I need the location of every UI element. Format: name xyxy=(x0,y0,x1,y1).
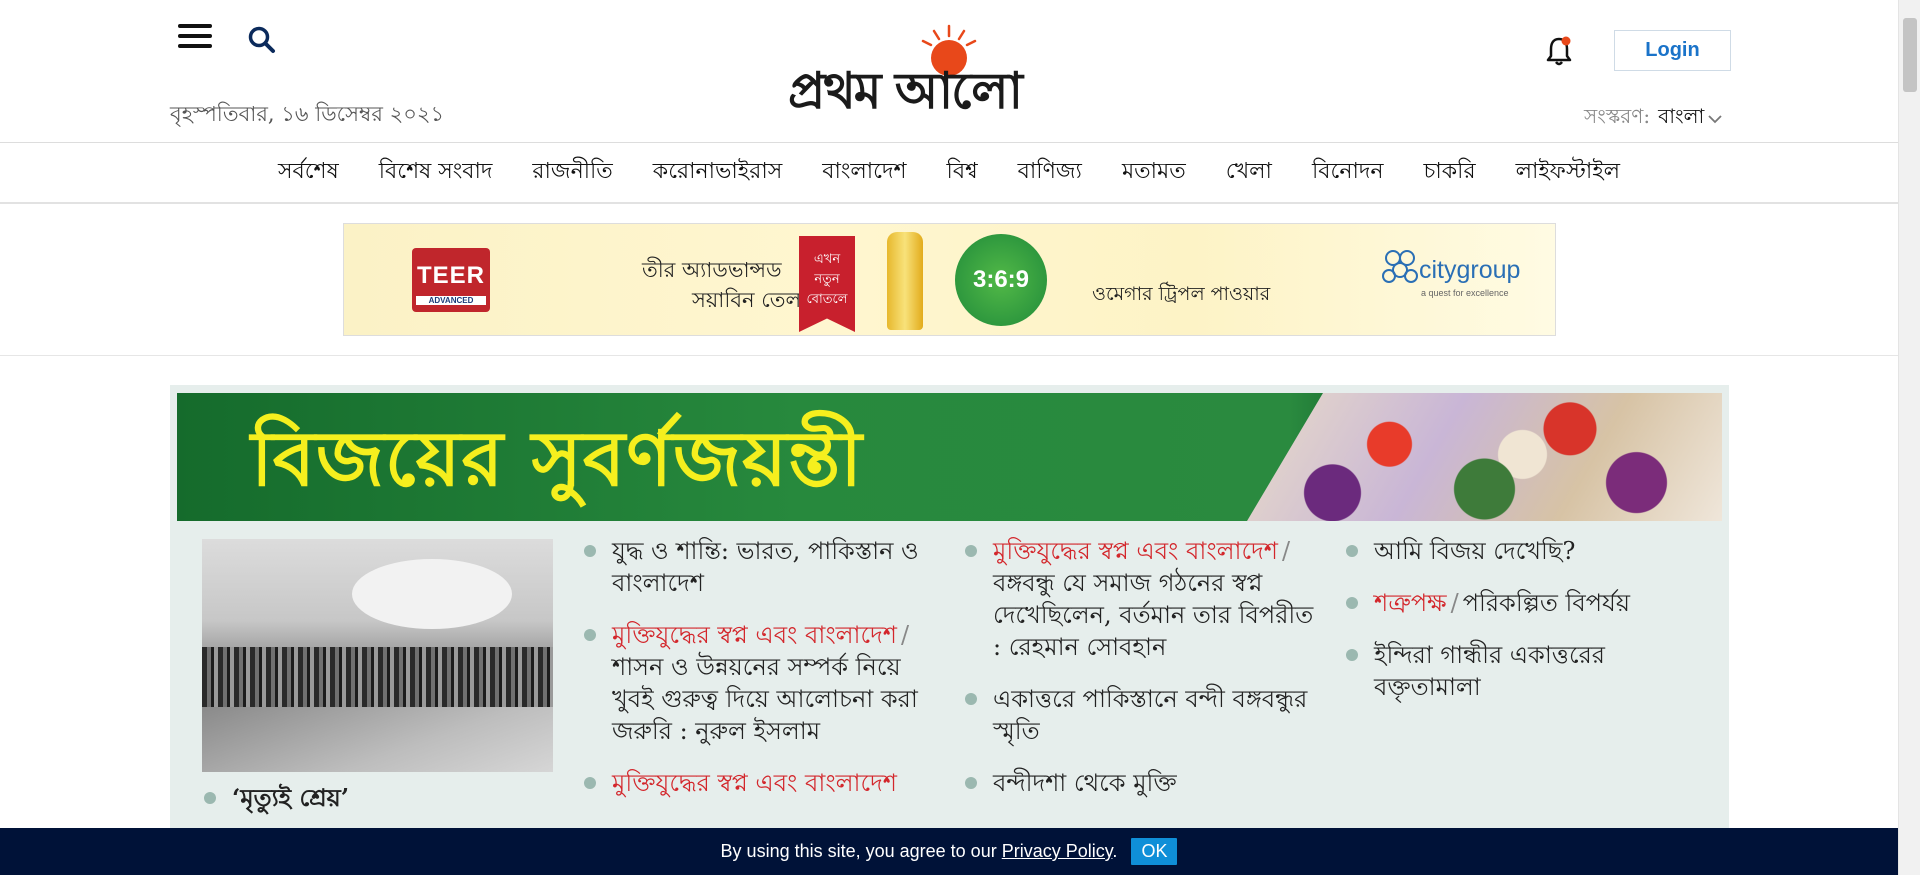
story-tag: মুক্তিযুদ্ধের স্বপ্ন এবং বাংলাদেশ xyxy=(612,621,897,649)
photo-crowd xyxy=(202,647,553,707)
story-column-3: মুক্তিযুদ্ধের স্বপ্ন এবং বাংলাদেশ/ বঙ্গবন… xyxy=(963,535,1318,819)
notification-bell-icon[interactable] xyxy=(1544,34,1574,68)
historic-photo[interactable] xyxy=(202,539,553,772)
story-link[interactable]: বন্দীদশা থেকে মুক্তি xyxy=(963,767,1318,799)
ad-partner-name: citygroup xyxy=(1419,256,1521,284)
cookie-period: . xyxy=(1112,841,1118,861)
photo-cloud xyxy=(352,559,512,629)
story-separator: / xyxy=(1450,589,1459,617)
edition-label: সংস্করণ: xyxy=(1584,104,1651,128)
cookie-consent-bar: By using this site, you agree to our Pri… xyxy=(0,828,1898,875)
nav-item-coronavirus[interactable]: করোনাভাইরাস xyxy=(653,154,782,191)
story-link[interactable]: যুদ্ধ ও শান্তি: ভারত, পাকিস্তান ও বাংলাদ… xyxy=(582,535,942,599)
section-banner[interactable]: বিজয়ের সুবর্ণজয়ন্তী xyxy=(177,393,1722,521)
current-date: বৃহস্পতিবার, ১৬ ডিসেম্বর ২০২১ xyxy=(170,102,445,126)
nav-item-world[interactable]: বিশ্ব xyxy=(947,154,978,191)
story-tag: মুক্তিযুদ্ধের স্বপ্ন এবং বাংলাদেশ xyxy=(612,769,897,797)
nav-item-latest[interactable]: সর্বশেষ xyxy=(278,154,339,191)
nav-item-special[interactable]: বিশেষ সংবাদ xyxy=(379,154,493,191)
ad-brand-name: TEER xyxy=(416,262,485,289)
ad-ribbon-line: বোতলে xyxy=(806,292,848,307)
story-separator: / xyxy=(1281,537,1291,565)
ad-ribbon: এখন নতুন বোতলে xyxy=(799,236,855,332)
story-link[interactable]: আমি বিজয় দেখেছি? xyxy=(1344,535,1704,567)
search-icon[interactable] xyxy=(246,24,278,56)
banner-artwork-image xyxy=(1247,393,1722,521)
story-column-4: আমি বিজয় দেখেছি? শত্রুপক্ষ / পরিকল্পিত বি… xyxy=(1344,535,1704,723)
story-tag: শত্রুপক্ষ xyxy=(1374,589,1447,617)
story-title: একাত্তরে পাকিস্তানে বন্দী বঙ্গবন্ধুর স্ম… xyxy=(993,685,1308,745)
victory-jubilee-section: বিজয়ের সুবর্ণজয়ন্তী ‘মৃত্যুই শ্রেয়’ য… xyxy=(170,385,1729,875)
ad-ribbon-line: এখন xyxy=(813,252,841,267)
oil-bottle-image xyxy=(887,232,923,330)
story-title: বন্দীদশা থেকে মুক্তি xyxy=(993,769,1177,797)
nav-item-politics[interactable]: রাজনীতি xyxy=(532,154,612,191)
advertisement-banner[interactable]: TEER ADVANCED তীর অ্যাডভান্সড সয়াবিন তে… xyxy=(343,223,1556,336)
photo-ground xyxy=(202,707,553,772)
page-scrollbar[interactable] xyxy=(1898,0,1920,875)
story-column-2: যুদ্ধ ও শান্তি: ভারত, পাকিস্তান ও বাংলাদ… xyxy=(582,535,942,819)
chevron-down-icon xyxy=(1708,114,1722,123)
story-title: বঙ্গবন্ধু যে সমাজ গঠনের স্বপ্ন দেখেছিলেন… xyxy=(993,569,1314,661)
nav-item-opinion[interactable]: মতামত xyxy=(1122,154,1186,191)
ad-omega-badge: 3:6:9 xyxy=(955,234,1047,326)
nav-item-business[interactable]: বাণিজ্য xyxy=(1018,154,1082,191)
ad-tagline: ওমেগার ট্রিপল পাওয়ার xyxy=(1092,283,1271,305)
edition-value: বাংলা xyxy=(1658,104,1705,128)
story-link[interactable]: মুক্তিযুদ্ধের স্বপ্ন এবং বাংলাদেশ xyxy=(582,767,942,799)
ad-zone: TEER ADVANCED তীর অ্যাডভান্সড সয়াবিন তে… xyxy=(0,204,1898,356)
banner-title: বিজয়ের সুবর্ণজয়ন্তী xyxy=(251,414,863,503)
story-tag: মুক্তিযুদ্ধের স্বপ্ন এবং বাংলাদেশ xyxy=(993,537,1278,565)
story-link[interactable]: মুক্তিযুদ্ধের স্বপ্ন এবং বাংলাদেশ/ শাসন ও… xyxy=(582,619,942,747)
main-navigation: সর্বশেষ বিশেষ সংবাদ রাজনীতি করোনাভাইরাস … xyxy=(0,142,1898,204)
scrollbar-thumb[interactable] xyxy=(1903,18,1917,92)
hamburger-menu-icon[interactable] xyxy=(178,24,212,52)
cookie-ok-button[interactable]: OK xyxy=(1131,838,1178,865)
nav-item-lifestyle[interactable]: লাইফস্টাইল xyxy=(1516,154,1620,191)
ad-headline-2: সয়াবিন তেল xyxy=(692,288,802,312)
privacy-policy-link[interactable]: Privacy Policy xyxy=(1002,841,1113,861)
story-link[interactable]: মুক্তিযুদ্ধের স্বপ্ন এবং বাংলাদেশ/ বঙ্গবন… xyxy=(963,535,1318,663)
story-title: ইন্দিরা গান্ধীর একাত্তরের বক্তৃতামালা xyxy=(1374,641,1606,701)
nav-item-sports[interactable]: খেলা xyxy=(1226,154,1272,191)
cookie-message: By using this site, you agree to our xyxy=(720,841,997,861)
nav-item-entertainment[interactable]: বিনোদন xyxy=(1312,154,1384,191)
edition-selector: সংস্করণ: বাংলা xyxy=(1584,102,1722,135)
nav-item-bangladesh[interactable]: বাংলাদেশ xyxy=(822,154,906,191)
site-header: বৃহস্পতিবার, ১৬ ডিসেম্বর ২০২১ প্রথম আলো … xyxy=(0,0,1898,142)
story-title: আমি বিজয় দেখেছি? xyxy=(1374,537,1576,565)
citygroup-logo: citygroup a quest for excellence xyxy=(1381,246,1531,304)
story-column-1: ‘মৃত্যুই শ্রেয়’ xyxy=(202,782,562,834)
story-link[interactable]: শত্রুপক্ষ / পরিকল্পিত বিপর্যয় xyxy=(1344,587,1704,619)
site-logo[interactable]: প্রথম আলো xyxy=(784,24,1114,120)
story-title: যুদ্ধ ও শান্তি: ভারত, পাকিস্তান ও বাংলাদ… xyxy=(612,537,919,597)
story-link[interactable]: একাত্তরে পাকিস্তানে বন্দী বঙ্গবন্ধুর স্ম… xyxy=(963,683,1318,747)
ad-brand-sub: ADVANCED xyxy=(416,296,486,305)
login-button[interactable]: Login xyxy=(1614,30,1731,71)
story-link[interactable]: ‘মৃত্যুই শ্রেয়’ xyxy=(202,782,562,814)
story-separator: / xyxy=(900,621,910,649)
ad-partner-tag: a quest for excellence xyxy=(1421,288,1509,298)
nav-item-jobs[interactable]: চাকরি xyxy=(1424,154,1476,191)
story-link[interactable]: ইন্দিরা গান্ধীর একাত্তরের বক্তৃতামালা xyxy=(1344,639,1704,703)
logo-wordmark: প্রথম আলো xyxy=(788,61,1023,120)
story-title: শাসন ও উন্নয়নের সম্পর্ক নিয়ে খুবই গুরু… xyxy=(612,653,918,745)
ad-brand-logo: TEER ADVANCED xyxy=(412,248,490,312)
edition-dropdown[interactable]: বাংলা xyxy=(1658,102,1722,135)
ad-ribbon-line: নতুন xyxy=(814,272,840,287)
story-title: পরিকল্পিত বিপর্যয় xyxy=(1462,589,1630,617)
cookie-text: By using this site, you agree to our Pri… xyxy=(721,841,1118,862)
